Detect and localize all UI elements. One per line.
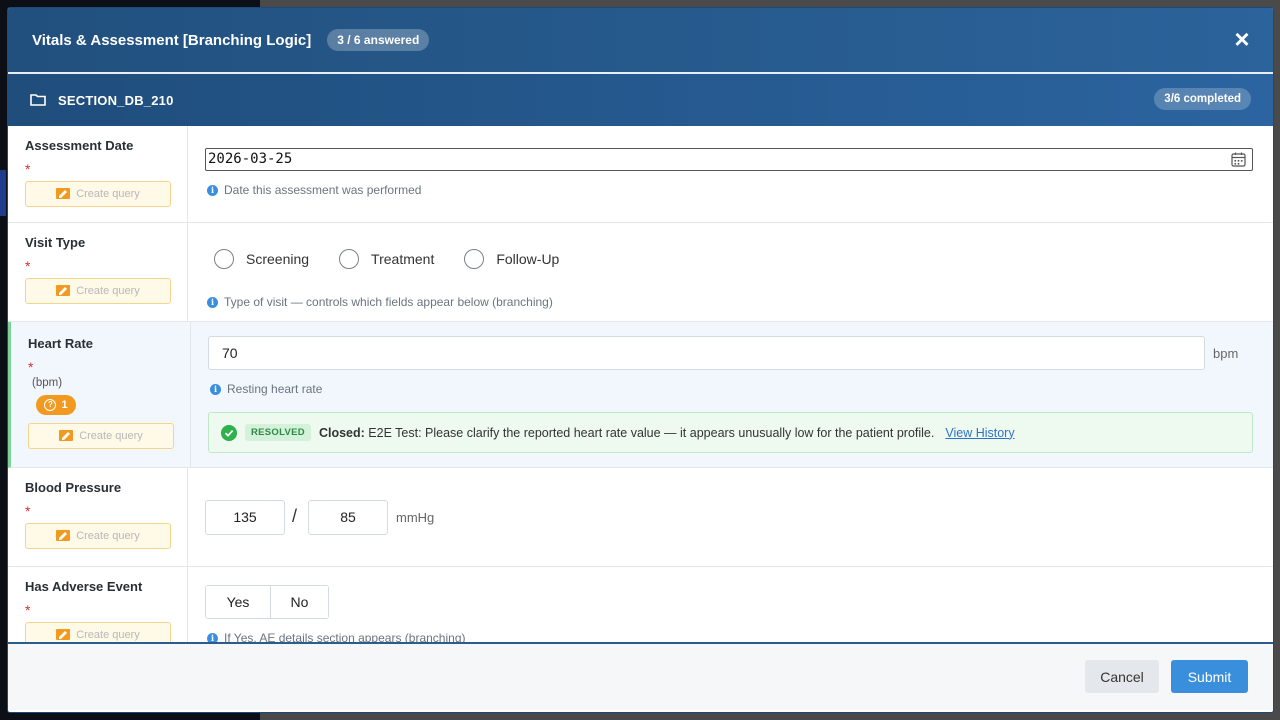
form-body[interactable]: Assessment Date * Create query 2026-03-2…	[8, 126, 1273, 644]
radio-screening[interactable]: Screening	[214, 249, 309, 269]
field-row-visit-type: Visit Type * Create query Screening Trea…	[8, 223, 1273, 322]
query-message: Closed: E2E Test: Please clarify the rep…	[319, 426, 934, 440]
message-text: E2E Test: Please clarify the reported he…	[368, 425, 935, 440]
field-label: Blood Pressure	[25, 480, 122, 495]
query-edit-icon	[59, 430, 74, 441]
closed-label: Closed:	[318, 425, 365, 440]
section-name: SECTION_DB_210	[58, 92, 174, 108]
query-edit-icon	[56, 285, 71, 296]
create-query-label: Create query	[76, 188, 140, 200]
info-icon: i	[210, 383, 221, 395]
field-label: Heart Rate	[28, 336, 94, 351]
required-marker: *	[25, 258, 31, 274]
cancel-button[interactable]: Cancel	[1085, 660, 1159, 693]
field-cell: 135 / 85 mmHg	[188, 468, 1273, 566]
query-edit-icon	[56, 629, 71, 640]
field-hint: i Date this assessment was performed	[207, 183, 421, 197]
hint-text: If Yes, AE details section appears (bran…	[224, 631, 466, 644]
query-count-badge[interactable]: ? 1	[36, 395, 76, 415]
check-circle-icon	[221, 424, 237, 441]
bp-separator: /	[292, 506, 298, 526]
radio-button[interactable]	[339, 249, 360, 269]
radio-follow-up[interactable]: Follow-Up	[464, 249, 559, 269]
field-hint: i Type of visit — controls which fields …	[207, 295, 553, 309]
field-label: Assessment Date	[25, 138, 134, 153]
create-query-button[interactable]: Create query	[25, 622, 171, 642]
field-label: Visit Type	[25, 235, 86, 250]
yes-no-toggle: Yes No	[205, 585, 329, 619]
resolved-query-notice: RESOLVED Closed: E2E Test: Please clarif…	[208, 412, 1253, 453]
create-query-label: Create query	[79, 430, 143, 442]
completed-badge: 3/6 completed	[1154, 88, 1251, 110]
unit-label: bpm	[1213, 346, 1239, 361]
required-marker: *	[25, 602, 31, 618]
create-query-label: Create query	[76, 285, 140, 297]
radio-button[interactable]	[214, 249, 234, 269]
close-icon[interactable]: ×	[1231, 26, 1253, 52]
heart-rate-input[interactable]: 70	[208, 336, 1205, 370]
question-icon: ?	[44, 399, 57, 411]
radio-label: Screening	[246, 251, 310, 267]
info-icon: i	[207, 296, 218, 308]
required-marker: *	[25, 161, 31, 177]
background-accent	[0, 170, 6, 216]
required-marker: *	[25, 503, 31, 519]
create-query-label: Create query	[76, 530, 140, 542]
required-marker: *	[28, 359, 34, 375]
unit-label: mmHg	[396, 510, 435, 525]
calendar-icon[interactable]	[1231, 152, 1246, 167]
query-count: 1	[61, 399, 68, 411]
create-query-button[interactable]: Create query	[25, 523, 171, 549]
submit-button[interactable]: Submit	[1171, 660, 1248, 693]
create-query-button[interactable]: Create query	[25, 181, 171, 207]
form-modal: Vitals & Assessment [Branching Logic] 3 …	[8, 8, 1273, 712]
folder-icon	[30, 94, 46, 106]
info-icon: i	[207, 184, 218, 196]
field-cell: 2026-03-25 i Date this assessment was pe…	[188, 126, 1273, 222]
section-header[interactable]: SECTION_DB_210 3/6 completed	[8, 72, 1273, 126]
label-cell: Heart Rate * (bpm) ? 1 Create query	[11, 322, 191, 467]
radio-treatment[interactable]: Treatment	[339, 249, 434, 269]
field-unit-subtitle: (bpm)	[32, 377, 63, 389]
view-history-link[interactable]: View History	[945, 426, 1014, 440]
systolic-input[interactable]: 135	[205, 500, 285, 535]
info-icon: i	[207, 632, 218, 642]
query-edit-icon	[56, 530, 71, 541]
radio-button[interactable]	[464, 249, 485, 269]
hint-text: Type of visit — controls which fields ap…	[224, 295, 553, 309]
field-cell: Screening Treatment Follow-Up i Type of …	[188, 223, 1273, 321]
yes-button[interactable]: Yes	[206, 586, 270, 618]
field-row-heart-rate: Heart Rate * (bpm) ? 1 Create query 70 b…	[8, 322, 1273, 468]
diastolic-input[interactable]: 85	[308, 500, 388, 535]
field-row-adverse-event: Has Adverse Event * Create query Yes No …	[8, 567, 1273, 644]
date-value: 2026-03-25	[208, 151, 293, 167]
create-query-label: Create query	[76, 629, 140, 641]
modal-title: Vitals & Assessment [Branching Logic]	[32, 31, 312, 49]
answered-badge: 3 / 6 answered	[327, 29, 430, 51]
field-row-assessment-date: Assessment Date * Create query 2026-03-2…	[8, 126, 1273, 223]
modal-header: Vitals & Assessment [Branching Logic] 3 …	[8, 8, 1273, 72]
assessment-date-input[interactable]: 2026-03-25	[205, 148, 1253, 171]
label-cell: Assessment Date * Create query	[8, 126, 188, 222]
label-cell: Visit Type * Create query	[8, 223, 188, 321]
label-cell: Has Adverse Event * Create query	[8, 567, 188, 642]
hint-text: Resting heart rate	[227, 382, 323, 396]
field-hint: i If Yes, AE details section appears (br…	[207, 631, 466, 644]
field-label: Has Adverse Event	[25, 579, 143, 594]
radio-label: Treatment	[371, 251, 435, 267]
query-edit-icon	[56, 188, 71, 199]
field-cell: 70 bpm i Resting heart rate RESOLVED Clo…	[191, 322, 1273, 467]
create-query-button[interactable]: Create query	[28, 423, 174, 449]
no-button[interactable]: No	[270, 586, 328, 618]
modal-footer: Cancel Submit	[8, 644, 1273, 710]
label-cell: Blood Pressure * Create query	[8, 468, 188, 566]
field-cell: Yes No i If Yes, AE details section appe…	[188, 567, 1273, 644]
field-row-blood-pressure: Blood Pressure * Create query 135 / 85 m…	[8, 468, 1273, 567]
field-hint: i Resting heart rate	[210, 382, 322, 396]
visit-type-radio-group: Screening Treatment Follow-Up	[214, 249, 589, 269]
radio-label: Follow-Up	[496, 251, 560, 267]
hint-text: Date this assessment was performed	[224, 183, 422, 197]
create-query-button[interactable]: Create query	[25, 278, 171, 304]
status-badge: RESOLVED	[245, 424, 311, 441]
